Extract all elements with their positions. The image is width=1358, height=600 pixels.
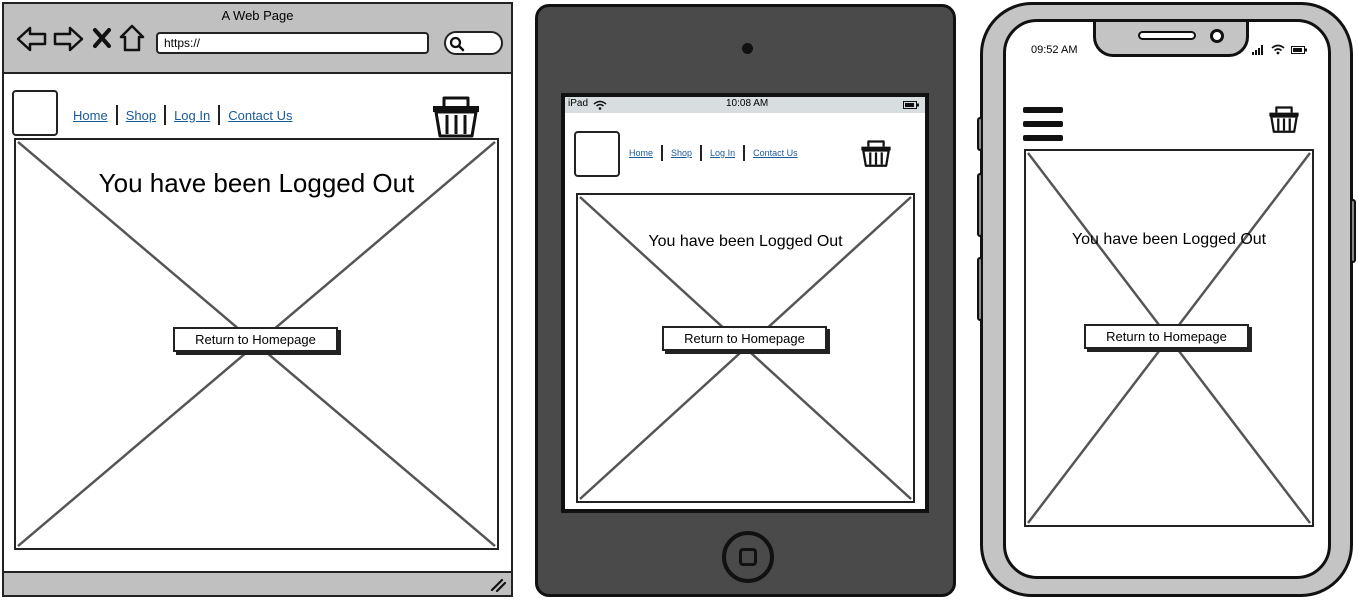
status-carrier: iPad: [568, 98, 589, 109]
wifi-icon: [593, 100, 607, 110]
phone-volume-down-button[interactable]: [977, 257, 983, 321]
signal-icon: [1252, 45, 1263, 55]
wifi-icon: [1271, 44, 1285, 55]
main-nav: Home Shop Log In Contact Us: [629, 145, 798, 161]
basket-icon[interactable]: [431, 94, 481, 138]
nav-home-link[interactable]: Home: [73, 108, 108, 123]
phone-volume-up-button[interactable]: [977, 173, 983, 237]
tablet-camera: [742, 43, 753, 54]
browser-status-bar: [4, 571, 511, 595]
phone-speaker: [1138, 31, 1196, 40]
nav-separator: [115, 105, 118, 125]
nav-separator: [661, 145, 664, 161]
home-icon[interactable]: [119, 24, 145, 52]
nav-shop-link[interactable]: Shop: [126, 108, 156, 123]
window-title: A Web Page: [221, 8, 294, 23]
phone-front-camera: [1210, 29, 1224, 43]
phone-screen: 09:52 AM You have been Logged Out Return…: [1003, 19, 1331, 579]
nav-login-link[interactable]: Log In: [174, 108, 210, 123]
nav-separator: [700, 145, 703, 161]
tablet-mockup: iPad 10:08 AM Home Shop Log In Contact U…: [535, 4, 956, 597]
close-icon[interactable]: [92, 27, 112, 49]
phone-power-button[interactable]: [1350, 199, 1356, 263]
browser-mockup: A Web Page https:// Home Shop Log In Con…: [2, 2, 513, 597]
page-title: You have been Logged Out: [648, 233, 843, 250]
search-icon: [449, 36, 465, 52]
nav-separator: [218, 105, 221, 125]
return-homepage-button[interactable]: Return to Homepage: [662, 326, 827, 351]
page-title: You have been Logged Out: [98, 168, 415, 198]
search-field[interactable]: [444, 31, 503, 55]
nav-separator: [164, 105, 167, 125]
nav-contact-link[interactable]: Contact Us: [753, 148, 798, 158]
logo-placeholder[interactable]: [12, 90, 58, 136]
back-arrow-icon[interactable]: [16, 26, 48, 52]
home-button-icon[interactable]: [722, 531, 774, 583]
nav-home-link[interactable]: Home: [629, 148, 653, 158]
battery-icon: [903, 101, 919, 109]
logo-placeholder[interactable]: [574, 131, 620, 177]
basket-icon[interactable]: [1268, 105, 1300, 133]
tablet-screen: iPad 10:08 AM Home Shop Log In Contact U…: [561, 93, 929, 513]
phone-side-button[interactable]: [977, 117, 983, 151]
phone-mockup: 09:52 AM You have been Logged Out Return…: [977, 2, 1356, 597]
basket-icon[interactable]: [860, 139, 892, 167]
nav-contact-link[interactable]: Contact Us: [228, 108, 292, 123]
main-nav: Home Shop Log In Contact Us: [73, 104, 293, 126]
hamburger-menu-icon[interactable]: [1021, 105, 1065, 143]
phone-notch: [1093, 22, 1249, 57]
nav-separator: [743, 145, 746, 161]
return-homepage-button[interactable]: Return to Homepage: [1084, 324, 1249, 349]
status-time: 10:08 AM: [726, 98, 769, 109]
forward-arrow-icon[interactable]: [52, 26, 84, 52]
page-title: You have been Logged Out: [1071, 231, 1267, 248]
status-time: 09:52 AM: [1031, 44, 1078, 56]
browser-toolbar: A Web Page https://: [4, 4, 511, 74]
tablet-status-bar: iPad 10:08 AM: [565, 97, 925, 113]
resize-grip-icon[interactable]: [490, 578, 506, 592]
url-input[interactable]: https://: [156, 32, 429, 54]
nav-shop-link[interactable]: Shop: [671, 148, 692, 158]
return-homepage-button[interactable]: Return to Homepage: [173, 327, 338, 352]
nav-login-link[interactable]: Log In: [710, 148, 735, 158]
battery-icon: [1291, 46, 1307, 54]
home-button-square: [739, 548, 757, 566]
